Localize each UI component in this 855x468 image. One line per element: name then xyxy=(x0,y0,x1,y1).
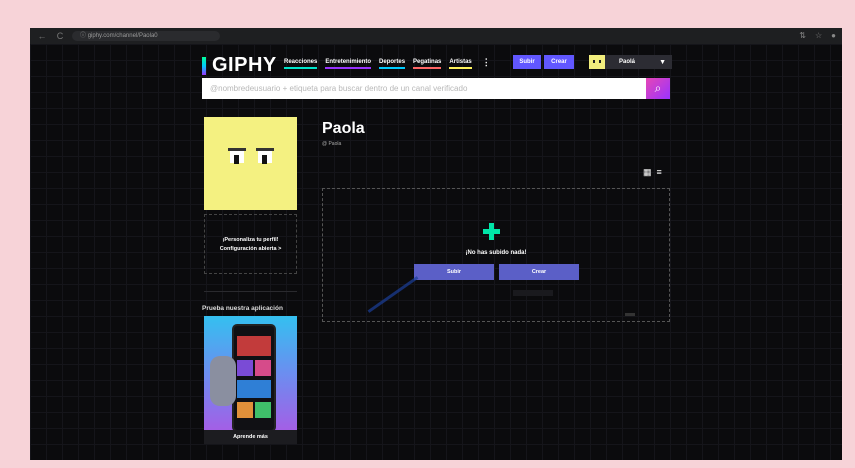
address-bar[interactable]: ⓘ giphy.com/channel/Paola0 xyxy=(72,31,220,41)
nav-entretenimiento[interactable]: Entretenimiento xyxy=(325,59,372,69)
nav-pegatinas[interactable]: Pegatinas xyxy=(413,59,442,69)
empty-uploads-panel: ¡No has subido nada! Subir Crear xyxy=(322,188,670,322)
learn-more-button[interactable]: Aprende más xyxy=(204,430,297,444)
header-upload-button[interactable]: Subir xyxy=(513,55,541,69)
list-view-icon[interactable]: ≡ xyxy=(657,168,662,177)
user-menu[interactable]: Paolá ▼ xyxy=(589,55,672,69)
app-promo-label: Prueba nuestra aplicación xyxy=(202,305,283,312)
star-icon[interactable]: ☆ xyxy=(815,31,822,40)
lock-icon: ⓘ xyxy=(80,33,87,39)
app-promo-image[interactable] xyxy=(204,316,297,430)
search-icon: ⌕ xyxy=(654,81,662,95)
upload-button[interactable]: Subir xyxy=(414,264,494,280)
view-toggle: ▦ ≡ xyxy=(643,168,662,177)
profile-handle: @ Paola xyxy=(322,141,342,147)
sidebar-divider xyxy=(204,291,297,292)
url-text: giphy.com/channel/Paola0 xyxy=(87,33,158,39)
header-create-button[interactable]: Crear xyxy=(544,55,574,69)
nav-artistas[interactable]: Artistas xyxy=(449,59,472,69)
personalize-text: ¡Personaliza tu perfil! xyxy=(222,236,279,243)
logo-text: GIPHY xyxy=(212,54,277,76)
personalize-profile-card[interactable]: ¡Personaliza tu perfil! Configuración ab… xyxy=(204,214,297,274)
plus-icon xyxy=(483,223,500,240)
grid-view-icon[interactable]: ▦ xyxy=(643,168,652,177)
browser-window: ← C ⓘ giphy.com/channel/Paola0 ⇅ ☆ ● GIP… xyxy=(30,28,842,460)
main-nav: Reacciones Entretenimiento Deportes Pega… xyxy=(284,57,491,69)
logo-mark-icon xyxy=(202,56,206,75)
phone-illustration xyxy=(232,324,276,430)
more-menu-icon[interactable]: ⋮ xyxy=(482,57,491,69)
profile-name: Paola xyxy=(322,120,365,137)
back-icon[interactable]: ← xyxy=(36,31,48,41)
profile-avatar[interactable] xyxy=(204,117,297,210)
nav-deportes[interactable]: Deportes xyxy=(379,59,406,69)
empty-message: ¡No has subido nada! xyxy=(465,250,527,256)
background-decoration xyxy=(625,313,635,316)
open-settings-link[interactable]: Configuración abierta > xyxy=(205,246,296,252)
user-name: Paolá xyxy=(619,59,636,65)
robot-hand-illustration xyxy=(210,356,236,406)
create-button[interactable]: Crear xyxy=(499,264,579,280)
avatar-eye-right xyxy=(256,148,274,167)
avatar-eye-left xyxy=(228,148,246,167)
reload-icon[interactable]: C xyxy=(54,31,66,41)
profile-icon[interactable]: ● xyxy=(831,31,836,40)
nav-reacciones[interactable]: Reacciones xyxy=(284,59,318,69)
browser-toolbar: ← C ⓘ giphy.com/channel/Paola0 ⇅ ☆ ● xyxy=(30,28,842,44)
search-button[interactable]: ⌕ xyxy=(646,78,670,99)
giphy-logo[interactable]: GIPHY xyxy=(202,54,277,77)
extension-icon[interactable]: ⇅ xyxy=(799,31,806,40)
chevron-down-icon: ▼ xyxy=(659,58,666,66)
user-avatar xyxy=(589,55,605,69)
background-decoration xyxy=(513,290,553,296)
browser-actions: ⇅ ☆ ● xyxy=(799,31,836,40)
search-input[interactable]: @nombredeusuario + etiqueta para buscar … xyxy=(202,78,646,99)
